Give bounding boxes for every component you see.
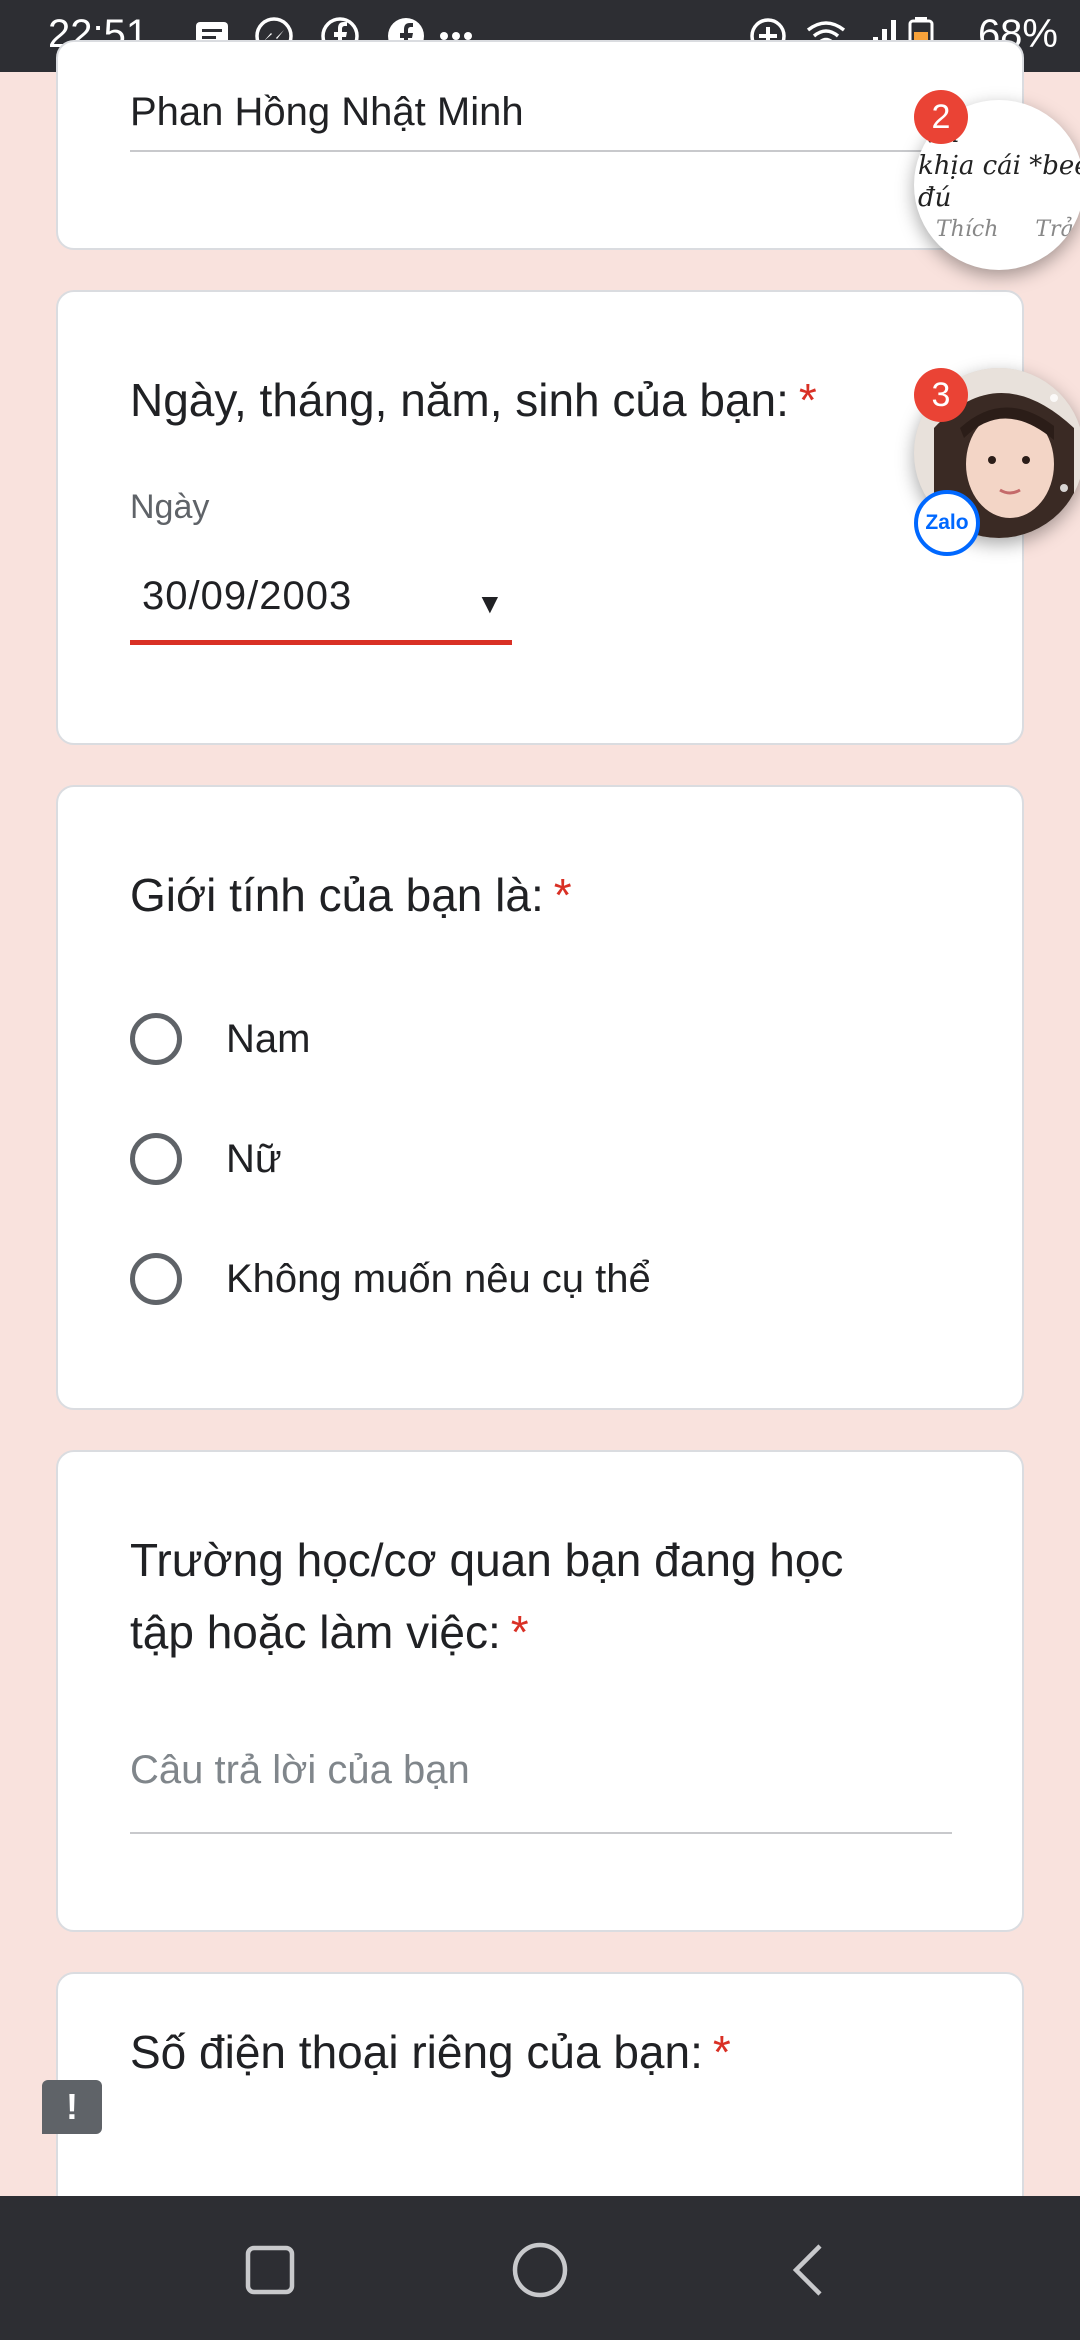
radio-button[interactable] — [130, 1253, 182, 1305]
name-answer-underline — [130, 150, 954, 152]
required-mark: * — [510, 1606, 529, 1658]
radio-button[interactable] — [130, 1133, 182, 1185]
gender-option-nam[interactable]: Nam — [130, 1007, 310, 1071]
messenger-unread-badge: 2 — [914, 90, 968, 144]
chat-preview-reply: Trả lờ — [1035, 217, 1080, 242]
recent-apps-icon[interactable] — [240, 2240, 300, 2300]
chat-preview-line3: đú — [918, 183, 952, 213]
radio-label[interactable]: Nam — [226, 1017, 310, 1062]
name-question-card: Phan Hồng Nhật Minh — [56, 40, 1024, 250]
name-answer-input[interactable]: Phan Hồng Nhật Minh — [130, 90, 524, 135]
radio-label[interactable]: Nữ — [226, 1137, 282, 1182]
gender-question-title: Giới tính của bạn là: * — [130, 869, 572, 921]
gender-option-unspecified[interactable]: Không muốn nêu cụ thể — [130, 1247, 651, 1311]
dob-question-title: Ngày, tháng, năm, sinh của bạn: * — [130, 374, 817, 426]
school-answer-underline — [130, 1832, 952, 1834]
dob-date-value[interactable]: 30/09/2003 — [142, 574, 352, 619]
zalo-unread-badge: 3 — [914, 368, 968, 422]
back-icon[interactable] — [780, 2240, 840, 2300]
chat-preview-line2: khịa cái *beep — [918, 151, 1080, 181]
exclamation-icon: ! — [66, 2086, 78, 2127]
school-question-card: Trường học/cơ quan bạn đang học tập hoặc… — [56, 1450, 1024, 1932]
school-answer-input[interactable]: Câu trả lời của bạn — [130, 1748, 470, 1793]
school-question-title: Trường học/cơ quan bạn đang học tập hoặc… — [130, 1534, 844, 1658]
dob-field-label: Ngày — [130, 488, 210, 526]
required-mark: * — [798, 374, 817, 426]
required-mark: * — [553, 869, 572, 921]
navigation-bar — [0, 2196, 1080, 2340]
dropdown-arrow-icon[interactable]: ▼ — [476, 588, 504, 620]
radio-button[interactable] — [130, 1013, 182, 1065]
radio-label[interactable]: Không muốn nêu cụ thể — [226, 1257, 651, 1302]
dob-date-underline — [130, 640, 512, 645]
home-icon[interactable] — [510, 2240, 570, 2300]
phone-question-title: Số điện thoại riêng của bạn: * — [130, 2026, 731, 2078]
gender-question-card: Giới tính của bạn là: * Nam Nữ Không muốn… — [56, 785, 1024, 1410]
phone-question-card: Số điện thoại riêng của bạn: * — [56, 1972, 1024, 2232]
required-mark: * — [712, 2026, 731, 2078]
gender-option-nu[interactable]: Nữ — [130, 1127, 282, 1191]
dob-question-card: Ngày, tháng, năm, sinh của bạn: * Ngày 30… — [56, 290, 1024, 745]
report-issue-button[interactable]: ! — [42, 2080, 102, 2134]
chat-preview-like: Thích — [936, 217, 999, 242]
zalo-logo-icon: Zalo — [914, 490, 980, 556]
